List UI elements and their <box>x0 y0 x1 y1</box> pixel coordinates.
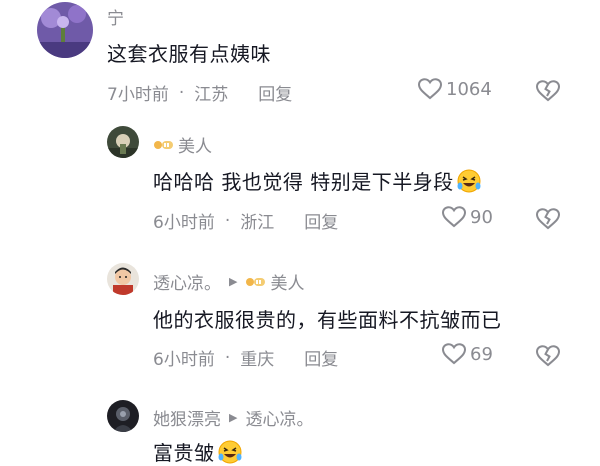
comment-location: 江苏 <box>194 85 229 105</box>
rofl-emoji-icon <box>457 169 481 193</box>
comment-username[interactable]: 透心凉。 ▶ 美人 <box>153 269 304 294</box>
like-button[interactable]: 90 <box>442 206 493 228</box>
broken-heart-icon[interactable] <box>536 80 560 102</box>
comment-text: 他的衣服很贵的，有些面料不抗皱而已 <box>153 308 502 332</box>
like-count: 69 <box>470 343 493 365</box>
comment-text: 这套衣服有点姨味 <box>107 42 271 66</box>
comment-username[interactable]: 宁 <box>107 4 124 29</box>
comment-time: 7小时前 <box>107 85 169 105</box>
comment-username[interactable]: 她狠漂亮 ▶ 透心凉。 <box>153 405 313 430</box>
separator-dot: · <box>178 82 185 103</box>
separator-dot: · <box>224 347 231 368</box>
heart-outline-icon <box>418 78 442 100</box>
avatar[interactable] <box>107 400 139 432</box>
like-button[interactable]: 1064 <box>418 78 492 100</box>
comment-time: 6小时前 <box>153 350 215 370</box>
reply-to-username[interactable]: 美人 <box>270 269 304 294</box>
reply-button[interactable]: 回复 <box>258 80 292 105</box>
comment-meta: 6小时前 · 浙江 回复 <box>153 208 338 234</box>
comment-meta: 7小时前 · 江苏 回复 <box>107 80 292 106</box>
like-count: 90 <box>470 206 493 228</box>
reply-button[interactable]: 回复 <box>304 345 338 370</box>
reply-button[interactable]: 回复 <box>304 208 338 233</box>
like-button[interactable]: 69 <box>442 343 493 365</box>
heart-outline-icon <box>442 206 466 228</box>
rofl-emoji-icon <box>218 440 241 464</box>
triangle-right-icon: ▶ <box>229 275 238 288</box>
comment-text: 富贵皱 <box>153 437 243 466</box>
triangle-right-icon: ▶ <box>229 411 238 424</box>
avatar[interactable] <box>107 126 139 158</box>
broken-heart-icon[interactable] <box>536 345 560 367</box>
avatar[interactable] <box>37 2 93 58</box>
comment-text: 哈哈哈 我也觉得 特别是下半身段 <box>153 166 482 195</box>
fan-badge-icon <box>246 277 266 286</box>
fan-badge-icon <box>154 140 173 149</box>
avatar[interactable] <box>107 263 139 295</box>
comment-username[interactable]: 美人 <box>153 132 212 157</box>
broken-heart-icon[interactable] <box>536 208 560 230</box>
comment-location: 重庆 <box>240 350 275 370</box>
separator-dot: · <box>224 210 231 231</box>
heart-outline-icon <box>442 343 466 365</box>
like-count: 1064 <box>446 78 492 100</box>
comment-time: 6小时前 <box>153 213 215 233</box>
comment-location: 浙江 <box>240 213 275 233</box>
comment-meta: 6小时前 · 重庆 回复 <box>153 345 338 371</box>
reply-to-username[interactable]: 透心凉。 <box>245 405 313 430</box>
